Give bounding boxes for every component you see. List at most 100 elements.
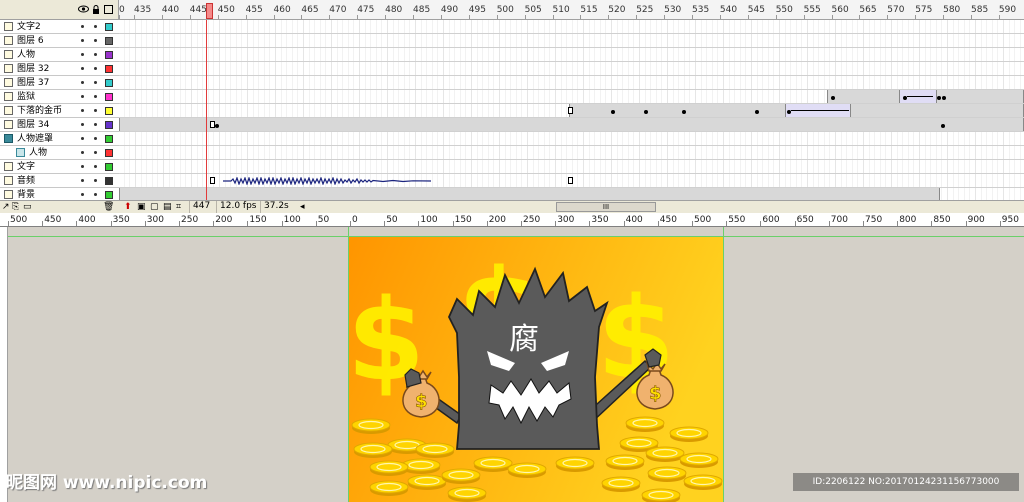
lock-dot-icon[interactable] (94, 53, 97, 56)
lock-dot-icon[interactable] (94, 151, 97, 154)
keyframe[interactable] (682, 110, 686, 114)
frame-row-jail[interactable] (119, 90, 1024, 104)
layer-name[interactable]: 文字2 (17, 21, 41, 33)
frame-row-base[interactable] (119, 20, 1024, 34)
keyframe[interactable] (215, 124, 219, 128)
layer-outline-color[interactable] (105, 135, 113, 143)
frame-row-base[interactable] (119, 132, 1024, 146)
lock-dot-icon[interactable] (94, 25, 97, 28)
layer-outline-color[interactable] (105, 65, 113, 73)
layer-name[interactable]: 人物 (17, 49, 35, 61)
frame-row-background[interactable] (119, 188, 1024, 200)
frame-span[interactable] (119, 188, 940, 200)
layer-outline-color[interactable] (105, 163, 113, 171)
layer-name[interactable]: 下落的金币 (17, 105, 62, 117)
layer-outline-color[interactable] (105, 107, 113, 115)
keyframe[interactable] (937, 96, 941, 100)
edit-multiple-icon[interactable]: ▤ (163, 202, 172, 212)
layer-row[interactable]: 文字2 (0, 20, 119, 34)
lock-dot-icon[interactable] (94, 39, 97, 42)
keyframe[interactable] (568, 177, 573, 184)
lock-icon[interactable] (92, 5, 100, 18)
layer-outline-color[interactable] (105, 121, 113, 129)
keyframe[interactable] (755, 110, 759, 114)
visibility-dot-icon[interactable] (81, 67, 84, 70)
frame-row-base[interactable] (119, 160, 1024, 174)
layer-outline-color[interactable] (105, 191, 113, 199)
lock-dot-icon[interactable] (94, 81, 97, 84)
layer-row[interactable]: 图层 37 (0, 76, 119, 90)
layer-name[interactable]: 人物遮罩 (17, 133, 53, 145)
onion-skin-icon[interactable]: ▣ (137, 202, 146, 212)
layer-name[interactable]: 监狱 (17, 91, 35, 103)
keyframe[interactable] (644, 110, 648, 114)
visibility-dot-icon[interactable] (81, 193, 84, 196)
frame-row-base[interactable] (119, 62, 1024, 76)
frame-row-audio[interactable] (119, 174, 1024, 188)
lock-dot-icon[interactable] (94, 179, 97, 182)
trash-icon[interactable]: 🗑 (103, 202, 114, 212)
add-folder-icon[interactable]: ▭ (23, 202, 32, 212)
layer-outline-color[interactable] (105, 51, 113, 59)
lock-dot-icon[interactable] (94, 67, 97, 70)
modify-markers-icon[interactable]: ⌗ (176, 202, 181, 212)
layer-name[interactable]: 人物 (29, 147, 47, 159)
layer-name[interactable]: 图层 32 (17, 63, 49, 75)
layer-row[interactable]: 图层 6 (0, 34, 119, 48)
layer-row[interactable]: 人物 (0, 48, 119, 62)
add-layer-icon[interactable]: ⎘ (12, 202, 19, 212)
frame-grid[interactable] (119, 20, 1024, 200)
lock-dot-icon[interactable] (94, 165, 97, 168)
lock-dot-icon[interactable] (94, 123, 97, 126)
keyframe[interactable] (611, 110, 615, 114)
visibility-dot-icon[interactable] (81, 123, 84, 126)
visibility-dot-icon[interactable] (81, 53, 84, 56)
layer-name[interactable]: 图层 6 (17, 35, 44, 47)
layer-row[interactable]: 人物遮罩 (0, 132, 119, 146)
outline-icon[interactable] (104, 5, 113, 17)
layer-row[interactable]: 音频 (0, 174, 119, 188)
visibility-dot-icon[interactable] (81, 137, 84, 140)
layer-row[interactable]: 监狱 (0, 90, 119, 104)
visibility-dot-icon[interactable] (81, 109, 84, 112)
layer-row[interactable]: 文字 (0, 160, 119, 174)
visibility-dot-icon[interactable] (81, 179, 84, 182)
visibility-dot-icon[interactable] (81, 95, 84, 98)
visibility-dot-icon[interactable] (81, 165, 84, 168)
visibility-dot-icon[interactable] (81, 81, 84, 84)
layer-row[interactable]: 图层 34 (0, 118, 119, 132)
keyframe[interactable] (568, 107, 573, 114)
lock-dot-icon[interactable] (94, 137, 97, 140)
layer-outline-color[interactable] (105, 149, 113, 157)
layer-row[interactable]: 人物 (0, 146, 119, 160)
keyframe[interactable] (210, 177, 215, 184)
frame-row-layer34[interactable] (119, 118, 1024, 132)
keyframe[interactable] (942, 96, 946, 100)
frame-rate-field[interactable]: 12.0 fps (216, 201, 259, 213)
timeline-scroll-thumb[interactable]: III (556, 202, 656, 212)
frame-row-base[interactable] (119, 146, 1024, 160)
layer-outline-color[interactable] (105, 177, 113, 185)
visibility-dot-icon[interactable] (81, 39, 84, 42)
lock-dot-icon[interactable] (94, 95, 97, 98)
stage-canvas[interactable]: $ $ $ $ 腐 (349, 237, 723, 502)
layer-row[interactable]: 图层 32 (0, 62, 119, 76)
frame-row-base[interactable] (119, 34, 1024, 48)
layer-outline-color[interactable] (105, 37, 113, 45)
playhead-handle[interactable] (206, 3, 213, 19)
keyframe[interactable] (941, 124, 945, 128)
eye-icon[interactable] (78, 5, 89, 16)
visibility-dot-icon[interactable] (81, 151, 84, 154)
layer-outline-color[interactable] (105, 23, 113, 31)
frame-span[interactable] (119, 118, 1024, 131)
layer-name[interactable]: 音频 (17, 175, 35, 187)
keyframe[interactable] (831, 96, 835, 100)
scroll-left-icon[interactable]: ◂ (300, 202, 305, 212)
lock-dot-icon[interactable] (94, 109, 97, 112)
layer-name[interactable]: 图层 37 (17, 77, 49, 89)
onion-outline-icon[interactable]: ▢ (150, 202, 159, 212)
layer-outline-color[interactable] (105, 93, 113, 101)
layer-outline-color[interactable] (105, 79, 113, 87)
center-frame-icon[interactable]: ⬆ (124, 202, 132, 212)
frame-row-base[interactable] (119, 76, 1024, 90)
